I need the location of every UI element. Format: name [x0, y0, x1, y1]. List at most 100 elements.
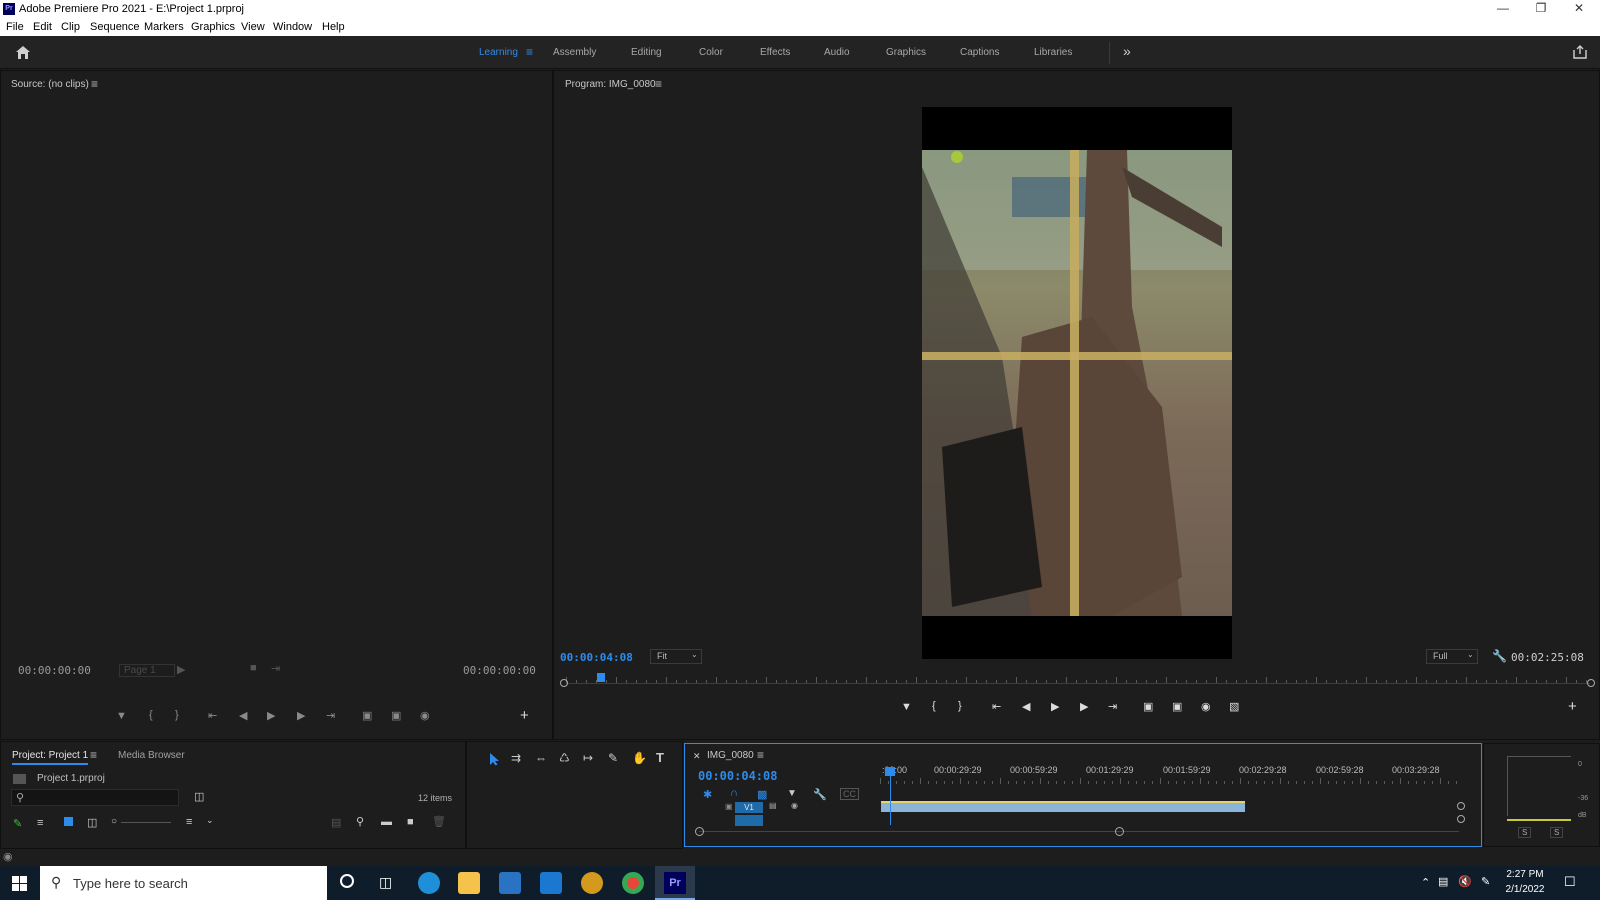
- find-folder-icon[interactable]: ◫: [194, 790, 204, 803]
- wrench-icon[interactable]: 🔧: [1492, 649, 1507, 663]
- source-go-to-in-icon[interactable]: ⇤: [208, 709, 217, 722]
- mark-out-icon[interactable]: }: [958, 700, 962, 712]
- cortana-icon[interactable]: [340, 874, 354, 888]
- menu-file[interactable]: File: [6, 21, 24, 33]
- step-back-icon[interactable]: ◀: [1022, 700, 1030, 713]
- timeline-playhead-handle[interactable]: [885, 767, 895, 776]
- list-view-icon[interactable]: ≡: [37, 817, 43, 829]
- close-sequence-icon[interactable]: ✕: [693, 751, 701, 762]
- sequence-name[interactable]: IMG_0080: [707, 750, 754, 761]
- menu-clip[interactable]: Clip: [61, 21, 80, 33]
- source-step-back-icon[interactable]: ◀: [239, 709, 247, 722]
- program-zoom-end-handle[interactable]: [1587, 679, 1595, 687]
- solo-left-button[interactable]: S: [1518, 827, 1532, 838]
- network-icon[interactable]: ▤: [1438, 875, 1448, 888]
- track-select-tool-icon[interactable]: ⇉: [511, 751, 521, 765]
- timeline-timecode[interactable]: 00:00:04:08: [698, 769, 777, 783]
- step-forward-icon[interactable]: ▶: [1080, 700, 1088, 713]
- menu-edit[interactable]: Edit: [33, 21, 52, 33]
- taskbar-premiere-active[interactable]: Pr: [655, 866, 695, 900]
- program-playhead[interactable]: [596, 673, 605, 682]
- program-timecode[interactable]: 00:00:04:08: [560, 651, 633, 664]
- file-explorer-icon[interactable]: [458, 872, 480, 894]
- chevron-down-icon[interactable]: ⌄: [206, 815, 214, 826]
- taskbar-search-box[interactable]: ⚲ Type here to search: [40, 866, 327, 900]
- source-mark-in-icon[interactable]: {: [149, 709, 153, 721]
- hand-tool-icon[interactable]: ✋: [632, 751, 647, 765]
- captions-icon[interactable]: CC: [840, 788, 859, 800]
- extract-icon[interactable]: ▣: [1172, 700, 1182, 713]
- project-panel-menu-icon[interactable]: ≡: [90, 748, 97, 762]
- comparison-view-icon[interactable]: ▧: [1229, 700, 1239, 713]
- solo-right-button[interactable]: S: [1550, 827, 1564, 838]
- pen-workspace-icon[interactable]: ✎: [1481, 875, 1490, 888]
- ripple-edit-tool-icon[interactable]: ⇔: [535, 751, 547, 765]
- tab-media-browser[interactable]: Media Browser: [118, 750, 185, 761]
- menu-markers[interactable]: Markers: [144, 21, 184, 33]
- track-zoom-handle[interactable]: [1457, 815, 1465, 823]
- workspace-menu-icon[interactable]: ≡: [526, 45, 533, 59]
- workspace-color[interactable]: Color: [699, 47, 723, 58]
- toggle-sync-lock-icon[interactable]: ▤: [769, 801, 777, 810]
- export-frame-icon[interactable]: ◉: [1201, 700, 1211, 713]
- timeline-settings-icon[interactable]: 🔧: [813, 788, 827, 801]
- source-insert-icon[interactable]: ▣: [362, 709, 372, 722]
- pen-tool-icon[interactable]: ✎: [608, 751, 618, 765]
- source-marker-icon[interactable]: ▼: [116, 710, 127, 722]
- zoom-slider[interactable]: [121, 822, 171, 823]
- microsoft-store-icon[interactable]: [499, 872, 521, 894]
- project-search-input[interactable]: ⚲: [11, 789, 179, 806]
- source-patch-icon[interactable]: ▣: [725, 802, 733, 811]
- type-tool-icon[interactable]: T: [656, 750, 664, 765]
- source-play-icon[interactable]: ▶: [267, 709, 275, 722]
- sort-icon[interactable]: ≡: [186, 816, 192, 828]
- more-workspaces-icon[interactable]: »: [1123, 43, 1131, 59]
- source-add-button-icon[interactable]: +: [520, 707, 529, 724]
- video-clip[interactable]: [881, 801, 1245, 812]
- taskbar-date[interactable]: 2/1/2022: [1503, 884, 1547, 895]
- menu-help[interactable]: Help: [322, 21, 345, 33]
- freeform-view-icon[interactable]: ◫: [87, 816, 97, 829]
- notifications-icon[interactable]: ☐: [1564, 874, 1576, 890]
- workspace-editing[interactable]: Editing: [631, 47, 662, 58]
- windows-start-icon[interactable]: [12, 876, 27, 891]
- menu-graphics[interactable]: Graphics: [191, 21, 235, 33]
- menu-view[interactable]: View: [241, 21, 265, 33]
- timeline-ruler[interactable]: :00:00 00:00:29:29 00:00:59:29 00:01:29:…: [880, 762, 1473, 794]
- trash-icon[interactable]: 🗑: [432, 815, 446, 828]
- snap-magnet-icon[interactable]: ∩: [730, 787, 738, 799]
- tray-show-hidden-icon[interactable]: ⌃: [1421, 876, 1430, 889]
- pencil-icon[interactable]: ✎: [13, 817, 22, 830]
- workspace-graphics[interactable]: Graphics: [886, 47, 926, 58]
- toggle-track-output-icon[interactable]: ◉: [791, 801, 798, 810]
- icon-view-icon[interactable]: [64, 817, 73, 826]
- timeline-horizontal-scrollbar[interactable]: [699, 831, 1459, 832]
- program-zoom-start-handle[interactable]: [560, 679, 568, 687]
- source-page-dropdown[interactable]: Page 1: [119, 664, 175, 677]
- new-item-icon[interactable]: ■: [407, 816, 414, 828]
- zoom-fit-dropdown[interactable]: Fit ⌄: [650, 649, 702, 664]
- timeline-panel-menu-icon[interactable]: ≡: [757, 748, 764, 762]
- volume-muted-icon[interactable]: 🔇: [1458, 875, 1472, 888]
- razor-tool-icon[interactable]: ♺: [559, 751, 570, 765]
- edge-browser-icon[interactable]: [418, 872, 440, 894]
- nest-icon[interactable]: ✱: [703, 788, 712, 801]
- source-go-to-out-icon[interactable]: ⇥: [326, 709, 335, 722]
- go-to-out-icon[interactable]: ⇥: [1108, 700, 1117, 713]
- mail-icon[interactable]: [540, 872, 562, 894]
- workspace-audio[interactable]: Audio: [824, 47, 850, 58]
- new-bin-icon[interactable]: ▬: [381, 816, 392, 828]
- scroll-start-handle[interactable]: [695, 827, 704, 836]
- source-page-next-icon[interactable]: ▶: [177, 663, 185, 676]
- workspace-learning[interactable]: Learning: [479, 47, 518, 58]
- home-icon[interactable]: [15, 45, 31, 60]
- selection-tool-icon[interactable]: [489, 752, 501, 766]
- automate-to-sequence-icon[interactable]: ▤: [331, 816, 341, 829]
- app-w-icon[interactable]: [581, 872, 603, 894]
- program-time-ruler[interactable]: [560, 673, 1596, 689]
- workspace-assembly[interactable]: Assembly: [553, 47, 596, 58]
- mark-in-icon[interactable]: {: [932, 700, 936, 712]
- source-overwrite-icon[interactable]: ▣: [391, 709, 401, 722]
- scroll-end-handle[interactable]: [1115, 827, 1124, 836]
- menu-window[interactable]: Window: [273, 21, 312, 33]
